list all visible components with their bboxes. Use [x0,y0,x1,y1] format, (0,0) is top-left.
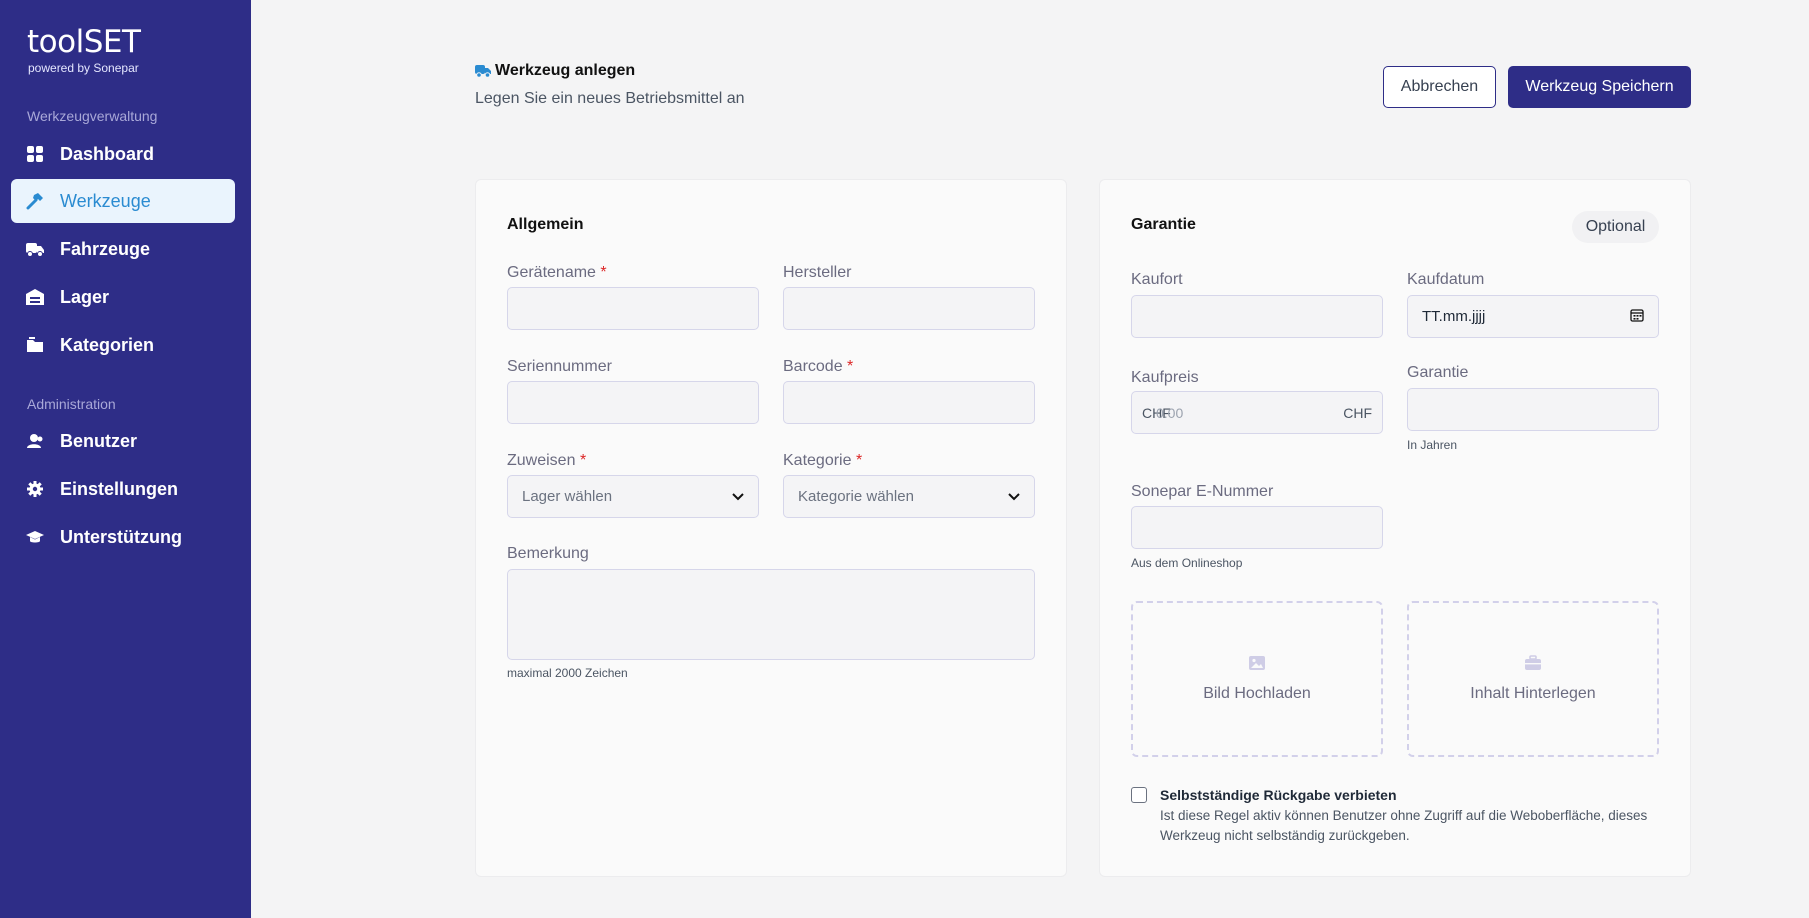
sidebar-item-einstellungen[interactable]: Einstellungen [11,467,235,511]
gear-icon [26,480,44,498]
manufacturer-input[interactable] [783,287,1035,330]
self-return-description: Ist diese Regel aktiv können Benutzer oh… [1160,808,1648,843]
sidebar-item-label: Werkzeuge [60,190,151,211]
save-button[interactable]: Werkzeug Speichern [1508,66,1691,108]
serial-number-input[interactable] [507,381,759,424]
purchase-date-placeholder: TT.mm.jjjj [1422,308,1486,325]
sidebar-item-lager[interactable]: Lager [11,275,235,319]
sidebar-item-label: Benutzer [60,430,138,451]
sidebar-item-label: Kategorien [60,334,155,355]
price-label: Kaufpreis [1131,369,1199,386]
category-select-value: Kategorie wählen [798,488,914,505]
upload-content-dropzone[interactable]: Inhalt Hinterlegen [1407,601,1659,757]
enumber-label: Sonepar E-Nummer [1131,483,1274,500]
cancel-button[interactable]: Abbrechen [1383,66,1496,108]
remark-hint: maximal 2000 Zeichen [507,666,628,680]
section-title-werkzeugverwaltung: Werkzeugverwaltung [27,108,158,124]
sidebar-item-dashboard[interactable]: Dashboard [11,132,235,176]
sidebar-item-kategorien[interactable]: Kategorien [11,323,235,367]
barcode-label: Barcode * [783,358,854,375]
device-name-input[interactable] [507,287,759,330]
page-subtitle: Legen Sie ein neues Betriebsmittel an [475,90,745,107]
sidebar: toolSET powered by Sonepar Werkzeugverwa… [0,0,251,918]
hammer-icon [26,192,44,210]
remark-textarea[interactable] [507,569,1035,660]
sidebar-item-label: Dashboard [60,143,155,164]
general-card [475,179,1067,877]
logo[interactable]: toolSET powered by Sonepar [27,24,141,75]
purchase-place-input[interactable] [1131,295,1383,338]
sidebar-item-fahrzeuge[interactable]: Fahrzeuge [11,227,235,271]
purchase-date-label: Kaufdatum [1407,271,1485,288]
sidebar-item-label: Unterstützung [60,526,182,547]
assign-select[interactable]: Lager wählen [507,475,759,518]
warranty-hint: In Jahren [1407,438,1458,452]
barcode-input[interactable] [783,381,1035,424]
chevron-down-icon [1008,488,1020,505]
sidebar-item-label: Fahrzeuge [60,238,151,259]
upload-image-dropzone[interactable]: Bild Hochladen [1131,601,1383,757]
users-icon [26,432,44,450]
price-placeholder: 0.00 [1156,404,1184,421]
warranty-years-input[interactable] [1407,388,1659,431]
logo-text: toolSET [27,24,141,60]
upload-content-label: Inhalt Hinterlegen [1470,685,1596,702]
sidebar-item-label: Einstellungen [60,478,179,499]
dashboard-icon [26,145,44,163]
optional-badge: Optional [1572,211,1659,243]
price-input-field: CHF 0.00 [1142,405,1183,421]
manufacturer-label: Hersteller [783,264,852,281]
sidebar-item-werkzeuge[interactable]: Werkzeuge [11,179,235,223]
warranty-label: Garantie [1407,364,1469,381]
assign-select-value: Lager wählen [522,488,613,505]
sidebar-item-benutzer[interactable]: Benutzer [11,419,235,463]
sidebar-item-unterstuetzung[interactable]: Unterstützung [11,515,235,559]
logo-subtitle: powered by Sonepar [28,61,139,75]
image-icon [1248,655,1266,671]
enumber-input[interactable] [1131,506,1383,549]
warranty-card-title: Garantie [1131,216,1196,233]
sidebar-item-label: Lager [60,286,110,307]
section-title-administration: Administration [27,396,116,412]
device-name-label: Gerätename * [507,264,607,281]
assign-label: Zuweisen * [507,452,587,469]
serial-number-label: Seriennummer [507,358,612,375]
enumber-hint: Aus dem Onlineshop [1131,556,1243,570]
calendar-icon[interactable] [1630,308,1644,326]
category-select[interactable]: Kategorie wählen [783,475,1035,518]
self-return-label: Selbstständige Rückgabe verbieten [1160,787,1397,803]
remark-label: Bemerkung [507,545,589,562]
purchase-place-label: Kaufort [1131,271,1183,288]
category-label: Kategorie * [783,452,863,469]
folder-icon [26,336,44,354]
price-input[interactable]: CHF 0.00 CHF [1131,391,1383,434]
page-title: Werkzeug anlegen [495,62,636,79]
price-suffix: CHF [1343,404,1372,421]
chevron-down-icon [732,488,744,505]
purchase-date-input[interactable]: TT.mm.jjjj [1407,295,1659,338]
briefcase-icon [1524,655,1542,671]
upload-image-label: Bild Hochladen [1203,685,1311,702]
graduation-cap-icon [26,528,44,546]
truck-icon [475,64,491,78]
truck-icon [26,240,44,258]
self-return-checkbox[interactable] [1131,787,1147,803]
general-card-title: Allgemein [507,216,584,233]
warehouse-icon [26,288,44,306]
